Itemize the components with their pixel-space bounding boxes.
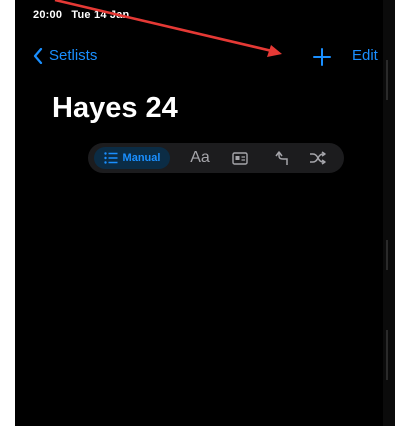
sort-manual-label: Manual — [122, 152, 161, 164]
sort-key-button[interactable] — [268, 143, 296, 173]
return-arrow-icon — [275, 151, 288, 165]
shuffle-icon — [310, 151, 326, 165]
status-date: Tue 14 Jan — [71, 9, 130, 21]
shuffle-button[interactable] — [300, 143, 336, 173]
sort-alpha-label: Aa — [190, 149, 210, 166]
id-card-icon — [232, 151, 248, 165]
plus-icon — [313, 48, 331, 66]
back-button[interactable]: Setlists — [33, 47, 97, 64]
status-bar: 20:00 Tue 14 Jan — [33, 9, 129, 21]
sort-card-button[interactable] — [225, 143, 255, 173]
back-label: Setlists — [49, 47, 98, 64]
list-icon — [103, 152, 118, 164]
page-title: Hayes 24 — [52, 92, 178, 124]
sort-mode-control: Manual Aa — [88, 143, 344, 173]
app-screen: 20:00 Tue 14 Jan Setlists Edit Hayes 24 … — [15, 0, 395, 426]
sort-manual-button[interactable]: Manual — [94, 147, 170, 169]
sort-alphabetical-button[interactable]: Aa — [185, 143, 215, 173]
add-button[interactable] — [311, 46, 333, 68]
chevron-left-icon — [33, 47, 43, 64]
status-time: 20:00 — [33, 9, 63, 21]
edit-button[interactable]: Edit — [352, 47, 378, 64]
split-view-divider — [383, 0, 395, 426]
